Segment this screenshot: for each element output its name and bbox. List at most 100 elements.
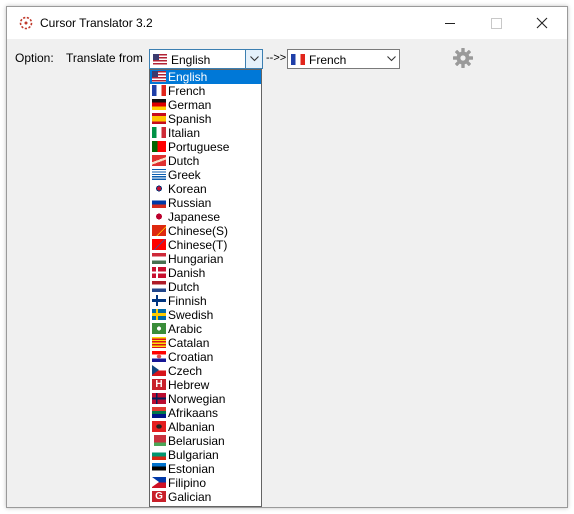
gl-flag-icon: G [152, 491, 166, 502]
ru-flag-icon [152, 197, 166, 208]
dropdown-item-spanish[interactable]: Spanish [150, 112, 261, 126]
minimize-icon [445, 22, 455, 24]
dropdown-item-french[interactable]: French [150, 84, 261, 98]
dropdown-item-swedish[interactable]: Swedish [150, 308, 261, 322]
option-label: Option: [15, 51, 54, 65]
dropdown-item-portuguese[interactable]: Portuguese [150, 140, 261, 154]
dropdown-item-hungarian[interactable]: Hungarian [150, 252, 261, 266]
translate-from-label: Translate from [66, 51, 143, 65]
dropdown-item-galician[interactable]: G Galician [150, 490, 261, 504]
close-icon [536, 17, 548, 29]
he-flag-icon: H [152, 379, 166, 390]
dropdown-item-label: Catalan [168, 336, 210, 350]
dropdown-item-filipino[interactable]: Filipino [150, 476, 261, 490]
de-flag-icon [152, 99, 166, 110]
dropdown-item-label: Czech [168, 364, 203, 378]
dropdown-item-dutch[interactable]: Dutch [150, 280, 261, 294]
kr-flag-icon [152, 183, 166, 194]
app-window: Cursor Translator 3.2 Option: Translate … [6, 6, 568, 508]
dk-flag-icon [152, 267, 166, 278]
dropdown-item-label: Japanese [168, 210, 221, 224]
dropdown-item-label: Afrikaans [168, 406, 219, 420]
chevron-down-icon[interactable] [383, 50, 399, 68]
dropdown-item-danish[interactable]: Danish [150, 266, 261, 280]
dropdown-item-czech[interactable]: Czech [150, 364, 261, 378]
es-flag-icon [152, 113, 166, 124]
dropdown-item-label: Korean [168, 182, 207, 196]
dropdown-item-catalan[interactable]: Catalan [150, 336, 261, 350]
dropdown-item-label: Arabic [168, 322, 203, 336]
dropdown-item-norwegian[interactable]: Norwegian [150, 392, 261, 406]
dropdown-item-russian[interactable]: Russian [150, 196, 261, 210]
dropdown-item-label: Croatian [168, 350, 214, 364]
dropdown-item-english[interactable]: English [150, 70, 261, 84]
dropdown-item-label: Galician [168, 490, 212, 504]
minimize-button[interactable] [427, 7, 473, 39]
chevron-down-icon[interactable] [245, 50, 262, 68]
direction-arrow-label: -->> [266, 52, 287, 64]
dropdown-item-label: French [168, 84, 206, 98]
close-button[interactable] [519, 7, 565, 39]
dropdown-item-label: Greek [168, 168, 201, 182]
se-flag-icon [152, 309, 166, 320]
no-flag-icon [152, 393, 166, 404]
tw-flag-icon [152, 239, 166, 250]
bg-flag-icon [152, 449, 166, 460]
nl-flag-icon [152, 281, 166, 292]
gr-flag-icon [152, 169, 166, 180]
target-language-select[interactable]: French [287, 49, 400, 69]
dropdown-item-belarusian[interactable]: Belarusian [150, 434, 261, 448]
dropdown-item-estonian[interactable]: Estonian [150, 462, 261, 476]
dropdown-item-afrikaans[interactable]: Afrikaans [150, 406, 261, 420]
dropdown-item-label: Norwegian [168, 392, 226, 406]
dropdown-item-label: Belarusian [168, 434, 225, 448]
dropdown-item-label: Italian [168, 126, 201, 140]
dropdown-item-hebrew[interactable]: H Hebrew [150, 378, 261, 392]
source-language-value: English [171, 53, 211, 67]
al-flag-icon [152, 421, 166, 432]
dropdown-item-chineses[interactable]: Chinese(S) [150, 224, 261, 238]
dropdown-item-german[interactable]: German [150, 98, 261, 112]
dropdown-item-croatian[interactable]: Croatian [150, 350, 261, 364]
language-dropdown-list[interactable]: English French German Spanish Italian Portugu… [149, 69, 262, 507]
za-flag-icon [152, 407, 166, 418]
dropdown-item-label: Finnish [168, 294, 207, 308]
hr-flag-icon [152, 351, 166, 362]
gear-icon[interactable] [452, 47, 474, 69]
dropdown-item-japanese[interactable]: Japanese [150, 210, 261, 224]
dropdown-item-italian[interactable]: Italian [150, 126, 261, 140]
dropdown-item-label: Bulgarian [168, 448, 219, 462]
dropdown-item-label: English [168, 70, 208, 84]
app-logo-icon [19, 16, 33, 30]
dropdown-item-arabic[interactable]: Arabic [150, 322, 261, 336]
source-language-select[interactable]: English [149, 49, 263, 69]
dropdown-item-label: Chinese(T) [168, 238, 228, 252]
dropdown-item-dutch[interactable]: Dutch [150, 154, 261, 168]
target-language-value: French [309, 53, 347, 67]
dropdown-item-albanian[interactable]: Albanian [150, 420, 261, 434]
ca-flag-icon [152, 337, 166, 348]
ph-flag-icon [152, 477, 166, 488]
dropdown-item-label: Dutch [168, 280, 200, 294]
dropdown-item-label: Estonian [168, 462, 215, 476]
dropdown-item-finnish[interactable]: Finnish [150, 294, 261, 308]
cz-flag-icon [152, 365, 166, 376]
dropdown-item-label: Portuguese [168, 140, 230, 154]
dropdown-item-korean[interactable]: Korean [150, 182, 261, 196]
dropdown-item-label: Dutch [168, 154, 200, 168]
dropdown-item-label: Filipino [168, 476, 207, 490]
ee-flag-icon [152, 463, 166, 474]
dropdown-item-label: Swedish [168, 308, 214, 322]
us-flag-icon [152, 71, 166, 82]
dropdown-item-greek[interactable]: Greek [150, 168, 261, 182]
window-title: Cursor Translator 3.2 [40, 16, 153, 30]
hu-flag-icon [152, 253, 166, 264]
dropdown-item-bulgarian[interactable]: Bulgarian [150, 448, 261, 462]
pt-flag-icon [152, 141, 166, 152]
maximize-button[interactable] [473, 7, 519, 39]
title-bar[interactable]: Cursor Translator 3.2 [7, 7, 567, 39]
dropdown-item-label: Hungarian [168, 252, 224, 266]
it-flag-icon [152, 127, 166, 138]
fi-flag-icon [152, 295, 166, 306]
dropdown-item-chineset[interactable]: Chinese(T) [150, 238, 261, 252]
